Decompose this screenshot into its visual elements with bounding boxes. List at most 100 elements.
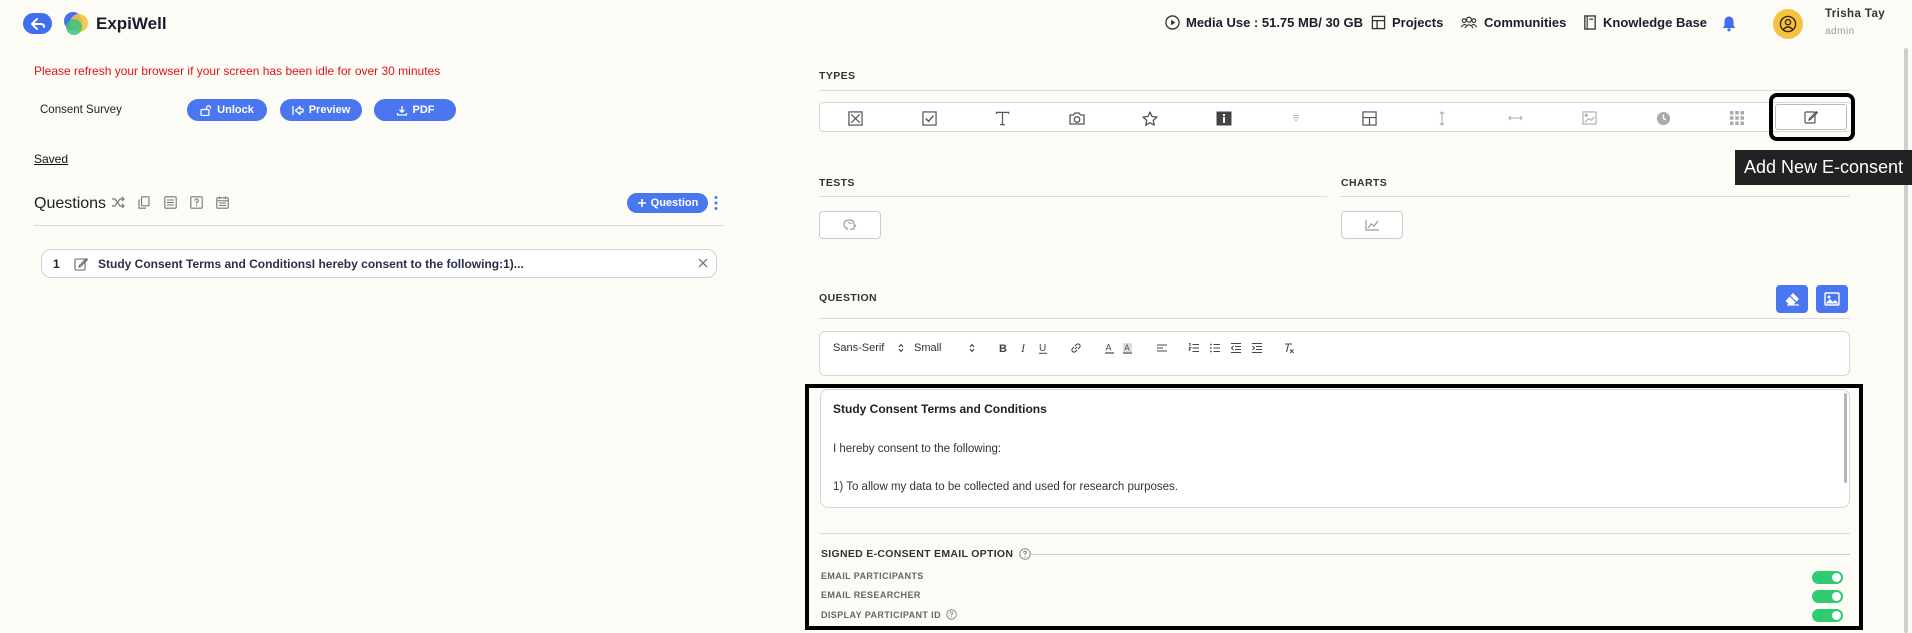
add-question-button[interactable]: Question [627,193,708,213]
underline-icon[interactable]: U [1038,342,1048,354]
matrix-icon[interactable] [1730,111,1744,125]
pdf-label: PDF [412,104,435,116]
media-use: Media Use : 51.75 MB/ 30 GB [1165,15,1363,30]
email-researcher-label: EMAIL RESEARCHER [821,590,921,600]
font-family-select[interactable]: Sans-Serif [833,342,884,354]
indent-icon[interactable] [1251,342,1263,354]
dropdown-icon[interactable] [1292,114,1300,122]
top-bar: ExpiWell Media Use : 51.75 MB/ 30 GB Pro… [0,0,1912,48]
help-circle-icon[interactable] [1019,548,1031,560]
plus-icon [637,199,646,207]
email-participants-toggle[interactable] [1812,571,1843,584]
font-family-arrows-icon [898,343,904,353]
refresh-warning: Please refresh your browser if your scre… [34,64,441,78]
signed-econsent-title: SIGNED E-CONSENT EMAIL OPTION [821,548,1031,560]
test-type-button[interactable] [819,211,881,239]
background-color-icon[interactable]: A [1122,342,1133,354]
display-participant-id-toggle[interactable] [1812,609,1843,622]
expiwell-logo [62,10,90,38]
display-participant-id-label: DISPLAY PARTICIPANT ID [821,609,957,620]
svg-text:U: U [1039,343,1046,354]
ordered-list-icon[interactable] [1188,342,1200,354]
brain-icon [843,219,857,230]
insert-image-button[interactable] [1816,285,1848,313]
time-icon[interactable] [1656,111,1671,126]
back-button[interactable] [23,13,52,34]
bullet-list-icon[interactable] [1209,342,1221,354]
clear-formatting-icon[interactable] [1283,342,1295,354]
survey-name: Consent Survey [40,104,122,116]
vertical-slider-icon[interactable] [1438,111,1446,126]
types-label: TYPES [819,70,856,82]
svg-text:A: A [1106,343,1112,353]
user-circle-icon [1779,15,1797,33]
question-editor[interactable]: Study Consent Terms and Conditions I her… [820,389,1850,508]
svg-text:A: A [1124,344,1130,353]
brand-name: ExpiWell [96,14,167,33]
people-icon [1460,16,1478,29]
add-econsent-button[interactable] [1775,104,1847,130]
star-rating-icon[interactable] [1142,111,1158,126]
nav-knowledge-base[interactable]: Knowledge Base [1583,15,1707,30]
play-circle-icon [1165,15,1180,30]
edit-icon [74,257,88,271]
email-researcher-toggle[interactable] [1812,590,1843,603]
question-item[interactable]: 1 Study Consent Terms and ConditionsI he… [41,249,717,278]
user-avatar[interactable] [1773,9,1803,39]
add-econsent-tooltip: Add New E-consent [1735,150,1912,185]
user-role: admin [1825,26,1855,37]
copy-icon[interactable] [138,196,150,209]
link-icon[interactable] [1070,342,1082,354]
grid-layout-icon[interactable] [1362,111,1377,126]
signed-econsent-label: SIGNED E-CONSENT EMAIL OPTION [821,548,1014,560]
media-use-text: Media Use : 51.75 MB/ 30 GB [1186,15,1364,30]
book-icon [1584,15,1596,30]
text-icon[interactable] [995,111,1010,126]
help-circle-icon[interactable] [946,609,957,620]
question-divider [819,318,1850,319]
more-options-icon[interactable] [714,195,718,211]
font-size-select[interactable]: Small [914,342,942,354]
nav-projects-label: Projects [1392,15,1444,30]
text-color-icon[interactable]: A [1104,342,1115,354]
multiple-choice-icon[interactable] [848,111,863,126]
close-icon[interactable] [697,257,709,269]
questions-divider [34,225,724,226]
pdf-button[interactable]: PDF [374,99,456,121]
page-scrollbar[interactable] [1904,48,1908,633]
display-participant-id-text: DISPLAY PARTICIPANT ID [821,609,941,620]
outdent-icon[interactable] [1230,342,1242,354]
shuffle-icon[interactable] [111,196,125,209]
camera-icon[interactable] [1069,111,1085,125]
svg-text:I: I [1020,342,1026,354]
nav-communities[interactable]: Communities [1460,15,1566,30]
image-choice-icon[interactable] [1582,111,1597,125]
svg-text:B: B [999,343,1007,354]
editor-scrollbar[interactable] [1844,393,1847,483]
eraser-icon [1785,293,1799,306]
charts-label: CHARTS [1341,177,1388,189]
email-participants-label: EMAIL PARTICIPANTS [821,571,924,581]
bold-icon[interactable]: B [998,342,1008,354]
list-icon[interactable] [164,196,177,209]
nav-projects[interactable]: Projects [1371,15,1443,30]
preview-button[interactable]: Preview [280,99,362,121]
nav-knowledge-base-label: Knowledge Base [1603,15,1708,30]
help-box-icon[interactable] [190,196,203,209]
chart-type-button[interactable] [1341,211,1403,239]
align-icon[interactable] [1156,342,1168,354]
italic-icon[interactable]: I [1019,342,1029,354]
notification-bell-icon[interactable] [1721,15,1737,32]
checkbox-icon[interactable] [922,111,937,126]
clear-format-button[interactable] [1776,285,1808,313]
info-icon[interactable] [1216,111,1232,126]
calendar-icon[interactable] [216,196,229,209]
editor-title: Study Consent Terms and Conditions [833,402,1047,416]
unlock-button[interactable]: Unlock [187,99,267,121]
horizontal-slider-icon[interactable] [1508,114,1523,122]
question-number: 1 [53,257,60,271]
question-label: QUESTION [819,292,878,304]
saved-link[interactable]: Saved [34,152,68,166]
question-types-bar [819,102,1852,132]
user-name: Trisha Tay [1825,8,1886,20]
